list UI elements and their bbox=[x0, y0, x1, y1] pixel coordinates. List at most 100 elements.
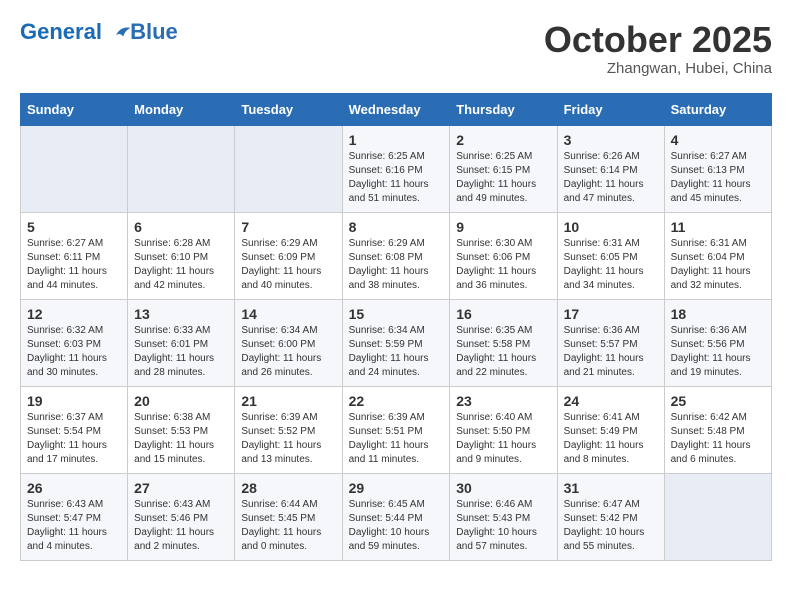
day-info: Sunrise: 6:34 AM Sunset: 5:59 PM Dayligh… bbox=[349, 324, 444, 380]
day-info: Sunrise: 6:34 AM Sunset: 6:00 PM Dayligh… bbox=[241, 324, 335, 380]
day-number: 24 bbox=[564, 393, 658, 409]
weekday-header-cell: Wednesday bbox=[342, 93, 450, 125]
calendar-day-cell: 31 Sunrise: 6:47 AM Sunset: 5:42 PM Dayli… bbox=[557, 473, 664, 560]
title-block: October 2025 Zhangwan, Hubei, China bbox=[544, 20, 772, 77]
logo-general: General bbox=[20, 19, 102, 44]
day-info: Sunrise: 6:27 AM Sunset: 6:13 PM Dayligh… bbox=[671, 150, 765, 206]
day-info: Sunrise: 6:39 AM Sunset: 5:51 PM Dayligh… bbox=[349, 411, 444, 467]
day-number: 4 bbox=[671, 132, 765, 148]
day-number: 27 bbox=[134, 480, 228, 496]
day-info: Sunrise: 6:28 AM Sunset: 6:10 PM Dayligh… bbox=[134, 237, 228, 293]
calendar-day-cell: 17 Sunrise: 6:36 AM Sunset: 5:57 PM Dayli… bbox=[557, 299, 664, 386]
calendar-day-cell: 11 Sunrise: 6:31 AM Sunset: 6:04 PM Dayli… bbox=[664, 212, 771, 299]
logo-blue: Blue bbox=[130, 20, 178, 44]
day-number: 28 bbox=[241, 480, 335, 496]
day-info: Sunrise: 6:33 AM Sunset: 6:01 PM Dayligh… bbox=[134, 324, 228, 380]
calendar-day-cell: 23Sunrise: 6:40 AM Sunset: 5:50 PM Dayli… bbox=[450, 386, 557, 473]
calendar-day-cell: 18 Sunrise: 6:36 AM Sunset: 5:56 PM Dayli… bbox=[664, 299, 771, 386]
calendar-day-cell: 22 Sunrise: 6:39 AM Sunset: 5:51 PM Dayli… bbox=[342, 386, 450, 473]
day-number: 10 bbox=[564, 219, 658, 235]
day-number: 20 bbox=[134, 393, 228, 409]
calendar-day-cell: 1 Sunrise: 6:25 AM Sunset: 6:16 PM Daylig… bbox=[342, 125, 450, 212]
day-number: 21 bbox=[241, 393, 335, 409]
calendar-day-cell: 19 Sunrise: 6:37 AM Sunset: 5:54 PM Dayli… bbox=[21, 386, 128, 473]
day-info: Sunrise: 6:42 AM Sunset: 5:48 PM Dayligh… bbox=[671, 411, 765, 467]
day-info: Sunrise: 6:38 AM Sunset: 5:53 PM Dayligh… bbox=[134, 411, 228, 467]
day-info: Sunrise: 6:41 AM Sunset: 5:49 PM Dayligh… bbox=[564, 411, 658, 467]
calendar-day-cell: 20 Sunrise: 6:38 AM Sunset: 5:53 PM Dayli… bbox=[128, 386, 235, 473]
logo: General Blue bbox=[20, 20, 178, 44]
day-number: 11 bbox=[671, 219, 765, 235]
day-info: Sunrise: 6:27 AM Sunset: 6:11 PM Dayligh… bbox=[27, 237, 121, 293]
day-number: 8 bbox=[349, 219, 444, 235]
day-info: Sunrise: 6:31 AM Sunset: 6:04 PM Dayligh… bbox=[671, 237, 765, 293]
day-info: Sunrise: 6:43 AM Sunset: 5:47 PM Dayligh… bbox=[27, 498, 121, 554]
calendar-week-row: 12 Sunrise: 6:32 AM Sunset: 6:03 PM Dayli… bbox=[21, 299, 772, 386]
weekday-header-cell: Thursday bbox=[450, 93, 557, 125]
day-number: 31 bbox=[564, 480, 658, 496]
day-number: 16 bbox=[456, 306, 550, 322]
calendar-day-cell: 14Sunrise: 6:34 AM Sunset: 6:00 PM Dayli… bbox=[235, 299, 342, 386]
day-info: Sunrise: 6:37 AM Sunset: 5:54 PM Dayligh… bbox=[27, 411, 121, 467]
calendar-day-cell: 28 Sunrise: 6:44 AM Sunset: 5:45 PM Dayli… bbox=[235, 473, 342, 560]
logo-bird-icon bbox=[110, 22, 132, 44]
weekday-header-cell: Monday bbox=[128, 93, 235, 125]
calendar-day-cell: 6Sunrise: 6:28 AM Sunset: 6:10 PM Daylig… bbox=[128, 212, 235, 299]
calendar-day-cell bbox=[664, 473, 771, 560]
day-info: Sunrise: 6:39 AM Sunset: 5:52 PM Dayligh… bbox=[241, 411, 335, 467]
day-info: Sunrise: 6:36 AM Sunset: 5:56 PM Dayligh… bbox=[671, 324, 765, 380]
day-number: 19 bbox=[27, 393, 121, 409]
day-info: Sunrise: 6:26 AM Sunset: 6:14 PM Dayligh… bbox=[564, 150, 658, 206]
calendar-day-cell: 24 Sunrise: 6:41 AM Sunset: 5:49 PM Dayli… bbox=[557, 386, 664, 473]
day-number: 26 bbox=[27, 480, 121, 496]
day-info: Sunrise: 6:25 AM Sunset: 6:16 PM Dayligh… bbox=[349, 150, 444, 206]
calendar-week-row: 1 Sunrise: 6:25 AM Sunset: 6:16 PM Daylig… bbox=[21, 125, 772, 212]
day-info: Sunrise: 6:44 AM Sunset: 5:45 PM Dayligh… bbox=[241, 498, 335, 554]
day-number: 12 bbox=[27, 306, 121, 322]
day-info: Sunrise: 6:43 AM Sunset: 5:46 PM Dayligh… bbox=[134, 498, 228, 554]
day-number: 22 bbox=[349, 393, 444, 409]
calendar-week-row: 19 Sunrise: 6:37 AM Sunset: 5:54 PM Dayli… bbox=[21, 386, 772, 473]
day-info: Sunrise: 6:47 AM Sunset: 5:42 PM Dayligh… bbox=[564, 498, 658, 554]
calendar-day-cell: 27 Sunrise: 6:43 AM Sunset: 5:46 PM Dayli… bbox=[128, 473, 235, 560]
calendar-day-cell bbox=[21, 125, 128, 212]
day-number: 7 bbox=[241, 219, 335, 235]
calendar-day-cell bbox=[128, 125, 235, 212]
calendar-day-cell: 13 Sunrise: 6:33 AM Sunset: 6:01 PM Dayli… bbox=[128, 299, 235, 386]
weekday-header-cell: Saturday bbox=[664, 93, 771, 125]
calendar-week-row: 5 Sunrise: 6:27 AM Sunset: 6:11 PM Daylig… bbox=[21, 212, 772, 299]
day-number: 2 bbox=[456, 132, 550, 148]
calendar-day-cell: 21 Sunrise: 6:39 AM Sunset: 5:52 PM Dayli… bbox=[235, 386, 342, 473]
calendar-day-cell bbox=[235, 125, 342, 212]
month-title: October 2025 bbox=[544, 20, 772, 60]
day-number: 23 bbox=[456, 393, 550, 409]
calendar-day-cell: 3 Sunrise: 6:26 AM Sunset: 6:14 PM Daylig… bbox=[557, 125, 664, 212]
day-number: 9 bbox=[456, 219, 550, 235]
day-info: Sunrise: 6:35 AM Sunset: 5:58 PM Dayligh… bbox=[456, 324, 550, 380]
calendar-day-cell: 15Sunrise: 6:34 AM Sunset: 5:59 PM Dayli… bbox=[342, 299, 450, 386]
day-info: Sunrise: 6:32 AM Sunset: 6:03 PM Dayligh… bbox=[27, 324, 121, 380]
day-number: 29 bbox=[349, 480, 444, 496]
day-info: Sunrise: 6:31 AM Sunset: 6:05 PM Dayligh… bbox=[564, 237, 658, 293]
day-info: Sunrise: 6:46 AM Sunset: 5:43 PM Dayligh… bbox=[456, 498, 550, 554]
calendar-day-cell: 26 Sunrise: 6:43 AM Sunset: 5:47 PM Dayli… bbox=[21, 473, 128, 560]
calendar-day-cell: 30 Sunrise: 6:46 AM Sunset: 5:43 PM Dayli… bbox=[450, 473, 557, 560]
day-number: 30 bbox=[456, 480, 550, 496]
day-number: 13 bbox=[134, 306, 228, 322]
weekday-header-row: SundayMondayTuesdayWednesdayThursdayFrid… bbox=[21, 93, 772, 125]
calendar-day-cell: 25Sunrise: 6:42 AM Sunset: 5:48 PM Dayli… bbox=[664, 386, 771, 473]
day-number: 1 bbox=[349, 132, 444, 148]
day-number: 5 bbox=[27, 219, 121, 235]
calendar-table: SundayMondayTuesdayWednesdayThursdayFrid… bbox=[20, 93, 772, 561]
calendar-day-cell: 8Sunrise: 6:29 AM Sunset: 6:08 PM Daylig… bbox=[342, 212, 450, 299]
day-number: 3 bbox=[564, 132, 658, 148]
day-number: 17 bbox=[564, 306, 658, 322]
calendar-day-cell: 29Sunrise: 6:45 AM Sunset: 5:44 PM Dayli… bbox=[342, 473, 450, 560]
logo-text: General bbox=[20, 20, 132, 44]
day-info: Sunrise: 6:29 AM Sunset: 6:09 PM Dayligh… bbox=[241, 237, 335, 293]
day-info: Sunrise: 6:36 AM Sunset: 5:57 PM Dayligh… bbox=[564, 324, 658, 380]
page-header: General Blue October 2025 Zhangwan, Hube… bbox=[20, 20, 772, 77]
day-number: 18 bbox=[671, 306, 765, 322]
calendar-body: 1 Sunrise: 6:25 AM Sunset: 6:16 PM Daylig… bbox=[21, 125, 772, 560]
day-info: Sunrise: 6:30 AM Sunset: 6:06 PM Dayligh… bbox=[456, 237, 550, 293]
